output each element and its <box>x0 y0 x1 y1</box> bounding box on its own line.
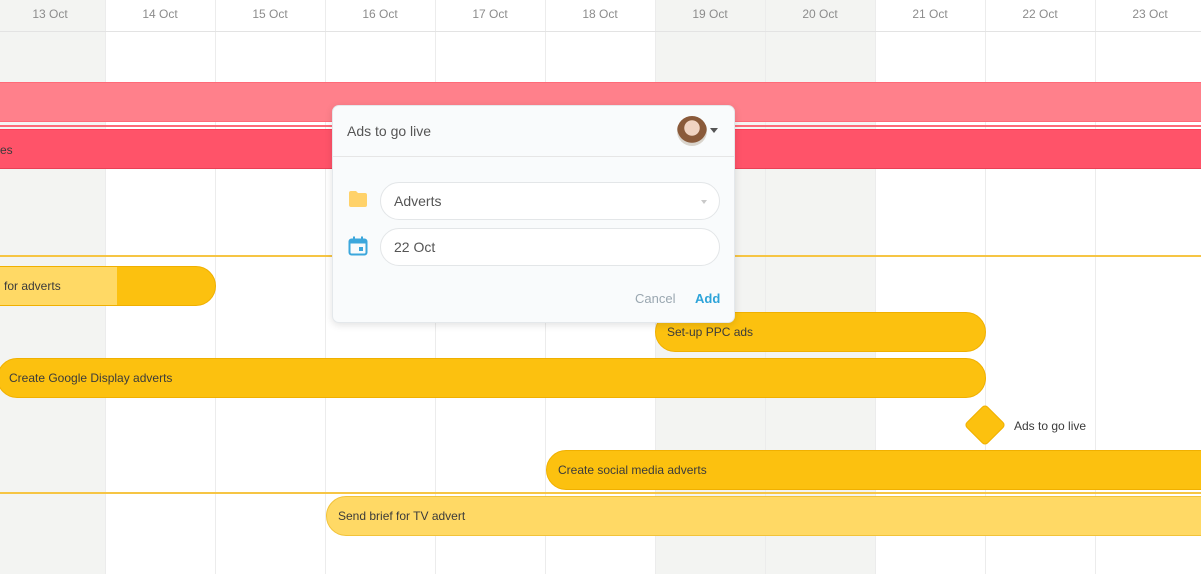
date-label: 23 Oct <box>1132 7 1168 21</box>
task-label: es <box>0 143 13 157</box>
project-select[interactable]: Adverts <box>380 182 720 220</box>
date-label: 21 Oct <box>912 7 948 21</box>
task-label: for adverts <box>4 279 61 293</box>
milestone-label: Ads to go live <box>1014 419 1087 433</box>
task-bar-social-media[interactable]: Create social media adverts <box>546 450 1201 490</box>
task-bar-google-display[interactable]: Create Google Display adverts <box>0 358 986 398</box>
popup-title[interactable]: Ads to go live <box>347 106 431 156</box>
task-label: Create social media adverts <box>558 463 707 477</box>
task-label: Send brief for TV advert <box>338 509 466 523</box>
group-separator <box>0 492 1201 494</box>
project-select-value: Adverts <box>394 193 442 209</box>
popup-header: Ads to go live <box>333 106 734 157</box>
date-field-value: 22 Oct <box>394 239 436 255</box>
milestone-marker[interactable] <box>963 403 1007 447</box>
chevron-down-icon[interactable] <box>710 128 718 133</box>
add-button[interactable]: Add <box>695 291 720 306</box>
date-label: 22 Oct <box>1022 7 1058 21</box>
date-label: 14 Oct <box>142 7 178 21</box>
task-bar-adverts-research[interactable]: for adverts <box>0 266 216 306</box>
gantt-chart: 13 Oct 14 Oct 15 Oct 16 Oct 17 Oct 18 Oc… <box>0 0 1201 574</box>
date-label: 18 Oct <box>582 7 618 21</box>
task-label: Set-up PPC ads <box>667 325 754 339</box>
milestone-editor-popup: Ads to go live Adverts 22 Oct Cancel Add <box>332 105 735 323</box>
assignee-avatar[interactable] <box>677 116 707 146</box>
cancel-button[interactable]: Cancel <box>635 291 675 306</box>
date-label: 15 Oct <box>252 7 288 21</box>
timeline-header: 13 Oct 14 Oct 15 Oct 16 Oct 17 Oct 18 Oc… <box>0 0 1201 32</box>
folder-icon <box>349 191 367 207</box>
date-label: 13 Oct <box>32 7 68 21</box>
date-label: 17 Oct <box>472 7 508 21</box>
task-bar-tv-brief[interactable]: Send brief for TV advert <box>326 496 1201 536</box>
date-label: 16 Oct <box>362 7 398 21</box>
date-field[interactable]: 22 Oct <box>380 228 720 266</box>
task-label: Create Google Display adverts <box>9 371 173 385</box>
chevron-down-icon <box>701 200 707 204</box>
date-label: 20 Oct <box>802 7 838 21</box>
calendar-icon <box>348 236 368 256</box>
date-label: 19 Oct <box>692 7 728 21</box>
